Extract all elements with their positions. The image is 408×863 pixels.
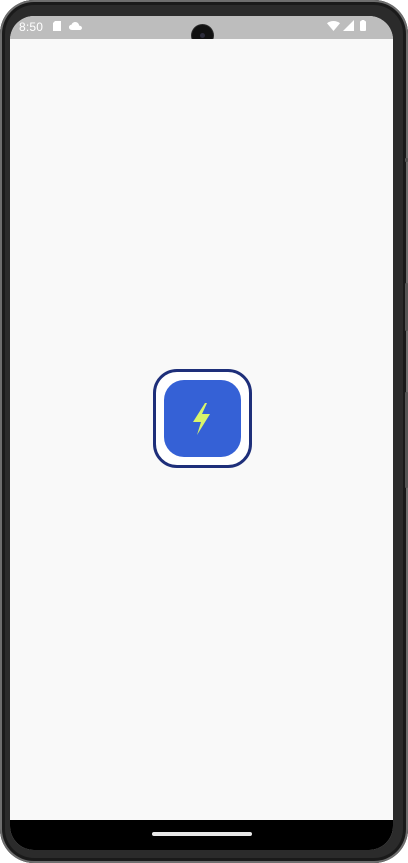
lightning-bolt-icon [193,403,210,435]
signal-icon [343,20,354,31]
navigation-bar [10,820,393,850]
home-gesture-handle[interactable] [152,832,252,836]
app-icon [153,369,252,468]
sd-card-icon [53,21,61,31]
app-icon-fill [164,380,241,457]
wifi-icon [327,21,340,31]
cloud-icon [69,22,82,30]
splash-screen [10,39,393,820]
screen: 8:50 [10,16,393,850]
status-time: 8:50 [19,20,44,34]
battery-icon [360,20,366,31]
phone-frame: 8:50 [0,0,408,863]
